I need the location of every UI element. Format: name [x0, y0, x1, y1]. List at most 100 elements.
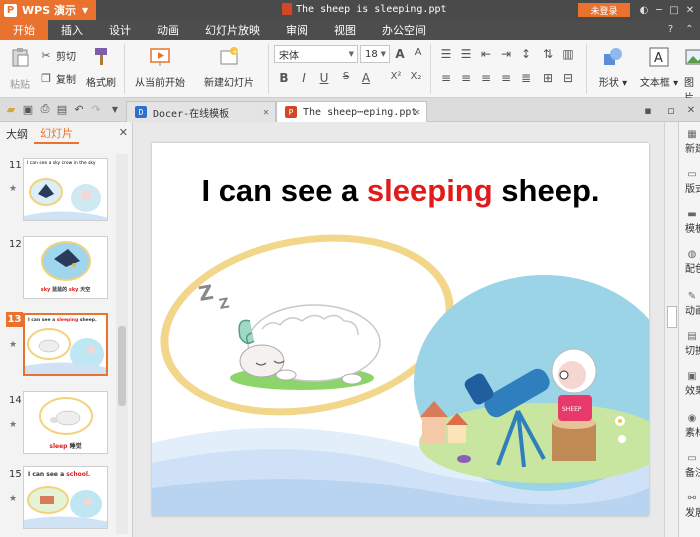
close-panel-icon[interactable]: ✕ [119, 126, 128, 139]
new-slide-button[interactable]: + 新建幻灯片 [196, 46, 262, 89]
slide-thumbnail-13[interactable]: I can see a sleeping sheep. [23, 313, 108, 376]
indent-icon[interactable]: ⇥ [498, 47, 514, 61]
menu-animation[interactable]: 动画 [144, 20, 192, 40]
close-tab-icon[interactable]: ✕ [414, 107, 420, 118]
copy-button[interactable]: ❐ 复制 [39, 71, 76, 86]
open-folder-icon[interactable]: ▰ [4, 102, 18, 116]
cut-button[interactable]: ✂ 剪切 [39, 48, 76, 63]
line-spacing-icon[interactable]: ↕ [518, 47, 534, 61]
skin-icon[interactable]: ◐ [638, 4, 650, 16]
font-size-value: 18 [365, 48, 378, 60]
tab-current-document[interactable]: P The sheep⋯eping.ppt ✕ [276, 101, 427, 122]
maximize-icon[interactable]: □ [668, 4, 680, 16]
columns-icon[interactable]: ▥ [560, 47, 576, 61]
image-icon [685, 49, 700, 65]
taskpane-effects[interactable]: ▣ 效果 [681, 370, 700, 398]
distribute-icon[interactable]: ≣ [518, 71, 534, 85]
taskpane-share[interactable]: ⚯ 发展 [681, 492, 700, 520]
tab-list-icon[interactable]: ▪ [641, 103, 655, 117]
font-color-icon[interactable]: A [358, 71, 374, 85]
slide-thumbnail-12[interactable]: sky 蓝蓝的 sky 天空 [23, 236, 108, 299]
menu-slideshow[interactable]: 幻灯片放映 [192, 20, 273, 40]
tab-outline[interactable]: 大纲 [0, 124, 34, 144]
slide-thumbnail-11[interactable]: I can see a sky crow in the sky [23, 158, 108, 221]
taskpane-notes[interactable]: ▭ 备注 [681, 452, 700, 480]
scrollbar-thumb[interactable] [667, 306, 677, 328]
text-direction-icon[interactable]: ⇅ [540, 47, 556, 61]
from-current-button[interactable]: 从当前开始 [131, 46, 189, 89]
menu-review[interactable]: 审阅 [273, 20, 321, 40]
thumb-caption: I can see a sleeping sheep. [28, 318, 97, 323]
help-icon[interactable]: ? [664, 23, 677, 36]
decrease-font-icon[interactable]: A [410, 47, 426, 58]
chevron-down-icon[interactable]: ▼ [108, 102, 122, 116]
taskpane-template[interactable]: ▬ 模板 [681, 208, 700, 236]
wps-menu-button[interactable]: P WPS 演示 ▼ [0, 0, 96, 20]
increase-font-icon[interactable]: A [392, 47, 408, 61]
thumb-image [41, 241, 91, 281]
slide-canvas[interactable]: I can see a sleeping sheep. Z Z SHEEP [152, 143, 649, 516]
font-size-select[interactable]: 18 ▼ [360, 45, 390, 63]
slide-thumbnail-14[interactable]: sleep 睡觉 [23, 391, 108, 454]
taskpane-color-scheme[interactable]: ◍ 配色 [681, 248, 700, 276]
undo-icon[interactable]: ↶ [72, 102, 86, 116]
thumb-caption: I can see a sky crow in the sky [27, 161, 96, 166]
menu-insert[interactable]: 插入 [48, 20, 96, 40]
taskpane-transition[interactable]: ▤ 切换 [681, 330, 700, 358]
login-button[interactable]: 未登录 [578, 3, 630, 17]
print-preview-icon[interactable]: ▤ [55, 102, 69, 116]
taskpane-new[interactable]: ▦ 新建 [681, 128, 700, 156]
redo-icon[interactable]: ↷ [89, 102, 103, 116]
editor-scrollbar[interactable] [664, 122, 678, 537]
shapes-button[interactable]: 形状 ▾ [594, 46, 632, 89]
notes-icon: ▭ [687, 452, 697, 464]
textbox-button[interactable]: A 文本框 ▾ [638, 46, 680, 89]
underline-icon[interactable]: U [316, 71, 332, 85]
print-icon[interactable]: ⎙ [38, 102, 52, 116]
minimize-icon[interactable]: ─ [653, 4, 665, 16]
taskpane-materials[interactable]: ◉ 素材 [681, 412, 700, 440]
menu-design[interactable]: 设计 [96, 20, 144, 40]
close-tab-icon[interactable]: ✕ [263, 107, 269, 118]
close-document-icon[interactable]: ✕ [684, 103, 698, 117]
strikethrough-icon[interactable]: S [338, 71, 354, 82]
save-icon[interactable]: ▣ [21, 102, 35, 116]
wps-logo-icon: P [4, 3, 17, 17]
format-painter-button[interactable]: 格式刷 [84, 46, 118, 89]
slide-thumbnail-15[interactable]: I can see a school. [23, 466, 108, 529]
chevron-up-icon[interactable]: ⌃ [683, 23, 696, 36]
tab-slides[interactable]: 幻灯片 [34, 124, 79, 144]
close-icon[interactable]: ✕ [684, 4, 696, 16]
superscript-icon[interactable]: X² [388, 71, 404, 82]
separator [430, 44, 431, 94]
menu-view[interactable]: 视图 [321, 20, 369, 40]
smart-art-icon[interactable]: ⊟ [560, 71, 576, 85]
bullet-list-icon[interactable]: ☰ [438, 47, 454, 61]
restore-icon[interactable]: ▫ [664, 103, 678, 117]
chevron-down-icon: ▼ [348, 50, 354, 58]
align-left-icon[interactable]: ≡ [438, 71, 454, 85]
new-slide-label: 新建幻灯片 [204, 78, 254, 89]
menu-office-space[interactable]: 办公空间 [369, 20, 439, 40]
image-button[interactable]: 图片 [684, 46, 700, 104]
justify-icon[interactable]: ≡ [498, 71, 514, 85]
taskpane-animation[interactable]: ✎ 动画 [681, 290, 700, 318]
bold-icon[interactable]: B [276, 71, 292, 85]
ppt-file-icon [282, 3, 292, 15]
panel-scrollbar[interactable] [116, 154, 128, 534]
menu-home[interactable]: 开始 [0, 20, 48, 40]
scrollbar-thumb[interactable] [118, 326, 126, 406]
brush-icon [95, 48, 107, 65]
animation-star-icon: ★ [9, 494, 18, 504]
align-right-icon[interactable]: ≡ [478, 71, 494, 85]
paste-button[interactable]: 粘贴 [6, 46, 34, 91]
subscript-icon[interactable]: X₂ [408, 71, 424, 82]
taskpane-layout[interactable]: ▭ 版式 [681, 168, 700, 196]
text-align-icon[interactable]: ⊞ [540, 71, 556, 85]
numbered-list-icon[interactable]: ☰ [458, 47, 474, 61]
font-family-select[interactable]: 宋体 ▼ [274, 45, 358, 63]
align-center-icon[interactable]: ≡ [458, 71, 474, 85]
italic-icon[interactable]: I [296, 71, 312, 85]
tab-docer-templates[interactable]: D Docer-在线模板 ✕ [126, 101, 276, 122]
outdent-icon[interactable]: ⇤ [478, 47, 494, 61]
